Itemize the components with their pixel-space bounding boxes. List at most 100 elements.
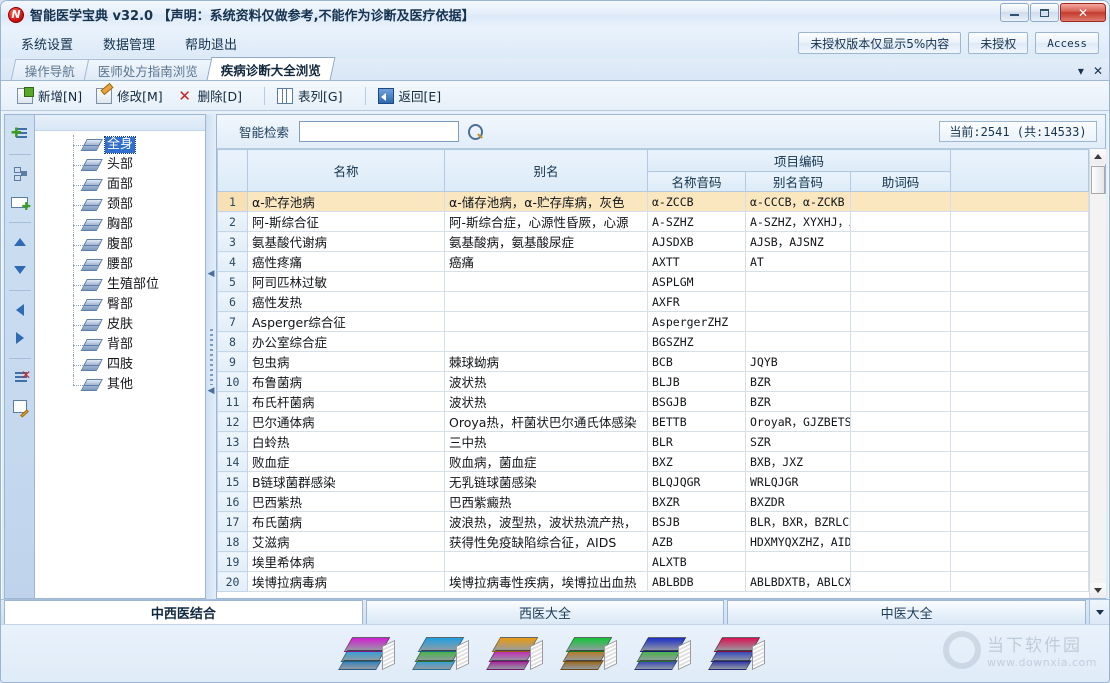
cell-alias-pinyin[interactable] — [746, 332, 851, 352]
header-helper-code[interactable]: 助词码 — [851, 172, 951, 192]
book-stack-icon[interactable] — [490, 633, 546, 675]
tree-item-yaobu[interactable]: 腰部 — [35, 255, 205, 275]
cell-name[interactable]: 办公室综合症 — [248, 332, 445, 352]
close-icon[interactable]: ✕ — [1093, 65, 1103, 77]
cell-name-pinyin[interactable]: AZB — [648, 532, 746, 552]
tree-item-shengzhibuwei[interactable]: 生殖部位 — [35, 275, 205, 295]
cell-name-pinyin[interactable]: BETTB — [648, 412, 746, 432]
add-node-icon[interactable]: ✚ — [7, 121, 33, 147]
collapse-left-icon-2[interactable]: ◀ — [208, 386, 215, 396]
cell-alias[interactable]: 波状热 — [445, 372, 648, 392]
cell-name[interactable]: 白蛉热 — [248, 432, 445, 452]
unlicensed-notice-button[interactable]: 未授权版本仅显示5%内容 — [798, 32, 961, 54]
table-row[interactable]: 7Asperger综合征AspergerZHZ — [218, 312, 1089, 332]
tree-item-xiongbu[interactable]: 胸部 — [35, 215, 205, 235]
back-button[interactable]: 返回[E] — [376, 84, 454, 107]
cell-alias-pinyin[interactable]: OroyaR，GJZBETST — [746, 412, 851, 432]
cell-alias-pinyin[interactable]: WRLQJGR — [746, 472, 851, 492]
cell-index[interactable]: 8 — [218, 332, 248, 352]
cell-name-pinyin[interactable]: BLR — [648, 432, 746, 452]
cell-helper-code[interactable] — [851, 352, 951, 372]
tab-operation-guide[interactable]: 操作导航 — [11, 59, 89, 80]
cell-alias[interactable]: 三中热 — [445, 432, 648, 452]
cell-alias-pinyin[interactable]: BZR — [746, 392, 851, 412]
cell-index[interactable]: 10 — [218, 372, 248, 392]
tab-prescription-guide[interactable]: 医师处方指南浏览 — [84, 59, 212, 80]
header-name[interactable]: 名称 — [248, 150, 445, 192]
new-button[interactable]: 新增[N] — [15, 84, 94, 107]
cell-alias-pinyin[interactable]: BLR，BXR，BZRLCR — [746, 512, 851, 532]
table-row[interactable]: 3氨基酸代谢病氨基酸病，氨基酸尿症AJSDXBAJSB，AJSNZ — [218, 232, 1089, 252]
tree-item-jingbu[interactable]: 颈部 — [35, 195, 205, 215]
table-row[interactable]: 6癌性发热AXFR — [218, 292, 1089, 312]
cell-name[interactable]: 布氏杆菌病 — [248, 392, 445, 412]
cell-alias[interactable]: 波浪热，波型热，波状热流产热， — [445, 512, 648, 532]
cell-name[interactable]: 包虫病 — [248, 352, 445, 372]
cell-index[interactable]: 18 — [218, 532, 248, 552]
cell-name-pinyin[interactable]: AspergerZHZ — [648, 312, 746, 332]
scroll-up-icon[interactable] — [1090, 149, 1106, 164]
table-row[interactable]: 10布鲁菌病波状热BLJBBZR — [218, 372, 1089, 392]
cell-index[interactable]: 7 — [218, 312, 248, 332]
cell-name-pinyin[interactable]: BLJB — [648, 372, 746, 392]
cell-alias[interactable]: 阿-斯综合症，心源性昏厥，心源 — [445, 212, 648, 232]
cell-helper-code[interactable] — [851, 532, 951, 552]
cell-name[interactable]: 埃博拉病毒病 — [248, 572, 445, 592]
cell-alias[interactable] — [445, 312, 648, 332]
table-row[interactable]: 20埃博拉病毒病埃博拉病毒性疾病，埃博拉出血热ABLBDBABLBDXTB，AB… — [218, 572, 1089, 592]
search-icon[interactable] — [468, 124, 484, 140]
cell-name[interactable]: 巴西紫热 — [248, 492, 445, 512]
cell-helper-code[interactable] — [851, 332, 951, 352]
cell-name-pinyin[interactable]: BLQJQGR — [648, 472, 746, 492]
cell-name[interactable]: 氨基酸代谢病 — [248, 232, 445, 252]
cell-index[interactable]: 2 — [218, 212, 248, 232]
tree-item-qita[interactable]: 其他 — [35, 375, 205, 395]
cell-index[interactable]: 19 — [218, 552, 248, 572]
edit-button[interactable]: 修改[M] — [94, 84, 175, 107]
panel-splitter[interactable]: ◀ ◀ — [206, 114, 216, 599]
cell-alias[interactable]: 棘球蚴病 — [445, 352, 648, 372]
cell-index[interactable]: 4 — [218, 252, 248, 272]
table-row[interactable]: 1α-贮存池病α-储存池病，α-贮存库病，灰色α-ZCCBα-CCCB，α-ZC… — [218, 192, 1089, 212]
delete-button[interactable]: ✕ 删除[D] — [175, 84, 254, 107]
cell-index[interactable]: 12 — [218, 412, 248, 432]
tree-item-toubu[interactable]: 头部 — [35, 155, 205, 175]
cell-alias[interactable]: 败血病，菌血症 — [445, 452, 648, 472]
cell-alias[interactable]: 获得性免疫缺陷综合征，AIDS — [445, 532, 648, 552]
cell-alias-pinyin[interactable]: JQYB — [746, 352, 851, 372]
table-row[interactable]: 11布氏杆菌病波状热BSGJBBZR — [218, 392, 1089, 412]
cell-alias-pinyin[interactable]: α-CCCB，α-ZCKB — [746, 192, 851, 212]
rename-node-icon[interactable] — [7, 393, 33, 419]
cell-helper-code[interactable] — [851, 492, 951, 512]
cell-name-pinyin[interactable]: BCB — [648, 352, 746, 372]
bottom-tab-chinese[interactable]: 中医大全 — [727, 600, 1086, 624]
cell-index[interactable]: 16 — [218, 492, 248, 512]
cell-name-pinyin[interactable]: BXZ — [648, 452, 746, 472]
access-button[interactable]: Access — [1035, 32, 1099, 54]
table-row[interactable]: 15B链球菌群感染无乳链球菌感染BLQJQGRWRLQJGR — [218, 472, 1089, 492]
cell-name-pinyin[interactable]: AXTT — [648, 252, 746, 272]
vertical-scrollbar[interactable] — [1089, 149, 1105, 598]
cell-name[interactable]: 败血症 — [248, 452, 445, 472]
tree-item-sizhi[interactable]: 四肢 — [35, 355, 205, 375]
chevron-down-icon[interactable]: ▾ — [1078, 65, 1084, 77]
table-row[interactable]: 2阿-斯综合征阿-斯综合症，心源性昏厥，心源A-SZHZA-SZHZ，XYXHJ… — [218, 212, 1089, 232]
chevron-down-icon[interactable] — [1089, 600, 1109, 624]
cell-alias-pinyin[interactable]: BZR — [746, 372, 851, 392]
cell-name[interactable]: 布鲁菌病 — [248, 372, 445, 392]
tree-item-pifu[interactable]: 皮肤 — [35, 315, 205, 335]
table-row[interactable]: 18艾滋病获得性免疫缺陷综合征，AIDSAZBHDXMYQXZHZ，AIDS — [218, 532, 1089, 552]
cell-name-pinyin[interactable]: BGSZHZ — [648, 332, 746, 352]
table-row[interactable]: 4癌性疼痛癌痛AXTTAT — [218, 252, 1089, 272]
cell-name[interactable]: 癌性疼痛 — [248, 252, 445, 272]
table-row[interactable]: 8办公室综合症 BGSZHZ — [218, 332, 1089, 352]
header-name-pinyin[interactable]: 名称音码 — [648, 172, 746, 192]
cell-helper-code[interactable] — [851, 432, 951, 452]
book-stack-icon[interactable] — [416, 633, 472, 675]
cell-name-pinyin[interactable]: BSGJB — [648, 392, 746, 412]
cell-helper-code[interactable] — [851, 512, 951, 532]
move-down-icon[interactable] — [7, 257, 33, 283]
bottom-tab-integrated[interactable]: 中西医结合 — [4, 600, 363, 624]
cell-alias[interactable]: α-储存池病，α-贮存库病，灰色 — [445, 192, 648, 212]
cell-name[interactable]: 埃里希体病 — [248, 552, 445, 572]
